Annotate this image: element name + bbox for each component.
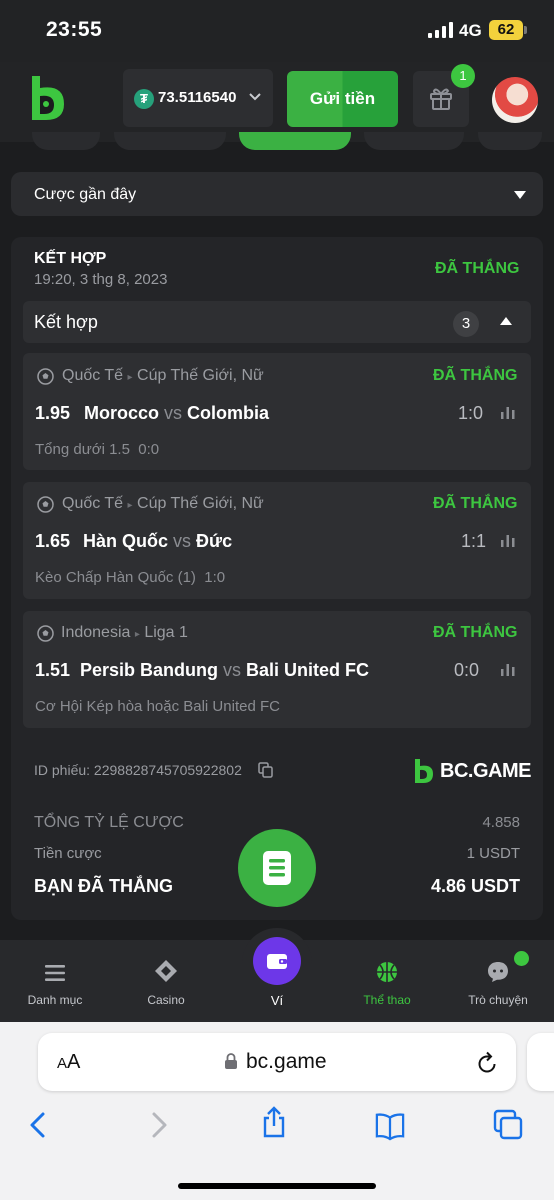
caret-down-icon [514, 191, 526, 199]
tab-stub[interactable] [32, 132, 100, 150]
nav-item-sports[interactable]: Thể thao [337, 993, 437, 1007]
leg-teams: Morocco vs Colombia [84, 403, 270, 423]
leg-teams: Hàn Quốc vs Đức [83, 531, 233, 551]
battery-indicator: 62 [489, 20, 527, 40]
stats-icon[interactable] [500, 533, 516, 547]
leg-odds: 1.65 [35, 531, 71, 551]
tabs-icon[interactable] [493, 1109, 523, 1141]
combo-count-badge: 3 [453, 311, 479, 337]
leg-league: Quốc Tế ▸ Cúp Thế Giới, Nữ [62, 495, 264, 512]
url-text: bc.game [246, 1050, 327, 1073]
balance-amount: 73.5116540 [158, 89, 237, 106]
leg-status-badge: ĐÃ THẮNG [433, 624, 518, 641]
back-icon[interactable] [24, 1109, 54, 1141]
stats-icon[interactable] [500, 405, 516, 419]
leg-market: Cơ Hội Kép hòa hoặc Bali United FC [35, 698, 280, 715]
brand-name: BC.GAME [440, 760, 531, 782]
basketball-icon [377, 962, 397, 982]
caret-up-icon[interactable] [499, 316, 513, 326]
leg-score: 0:0 [454, 660, 480, 680]
bookmarks-icon[interactable] [375, 1110, 405, 1142]
win-amount: 4.86 USDT [430, 876, 520, 896]
nav-item-wallet[interactable]: Ví [227, 993, 327, 1008]
total-odds-label: TỔNG TỶ LỆ CƯỢC [34, 814, 184, 831]
reload-icon[interactable] [476, 1050, 498, 1074]
leg-odds: 1.95 [35, 403, 71, 423]
soccer-ball-icon [37, 625, 54, 642]
ticket-id: ID phiếu: 2298828745705922802 [34, 762, 242, 778]
bc-game-logo [415, 759, 433, 783]
tab-stub-active[interactable] [239, 132, 351, 150]
tab-stub[interactable] [478, 132, 542, 150]
copy-icon[interactable] [258, 762, 274, 778]
stake-label: Tiền cược [34, 845, 102, 862]
leg-league: Indonesia ▸ Liga 1 [61, 624, 188, 641]
bet-status-badge: ĐÃ THẮNG [435, 260, 520, 277]
menu-icon [45, 965, 65, 981]
stats-icon[interactable] [500, 662, 516, 676]
recent-bets-label: Cược gần đây [34, 186, 137, 203]
win-label: BẠN ĐÃ THẮNG [34, 876, 173, 896]
soccer-ball-icon [37, 368, 54, 385]
leg-league: Quốc Tế ▸ Cúp Thế Giới, Nữ [62, 367, 264, 384]
tether-icon: ₮ [134, 89, 154, 109]
tab-stub[interactable] [114, 132, 226, 150]
cellular-signal-icon [428, 22, 453, 38]
total-odds-value: 4.858 [482, 814, 520, 831]
forward-icon[interactable] [143, 1109, 173, 1141]
avatar[interactable] [492, 77, 538, 123]
gift-icon [430, 88, 452, 110]
stake-value: 1 USDT [466, 845, 520, 862]
nav-item-menu[interactable]: Danh mục [5, 993, 105, 1007]
bet-time: 19:20, 3 thg 8, 2023 [34, 271, 168, 288]
leg-market: Kèo Chấp Hàn Quốc (1) 1:0 [35, 569, 226, 586]
reader-settings-button[interactable]: AA [57, 1051, 80, 1074]
status-clock: 23:55 [46, 18, 103, 41]
deposit-button[interactable]: Gửi tiền [287, 71, 398, 127]
chevron-down-icon[interactable] [248, 89, 262, 103]
nav-item-casino[interactable]: Casino [116, 993, 216, 1007]
leg-score: 1:0 [458, 403, 484, 423]
chat-icon [488, 962, 508, 982]
gift-notification-badge: 1 [451, 64, 475, 88]
next-tab-preview[interactable] [527, 1033, 554, 1091]
leg-market: Tổng dưới 1.5 0:0 [35, 441, 160, 458]
tab-stub[interactable] [364, 132, 464, 150]
leg-status-badge: ĐÃ THẮNG [433, 495, 518, 512]
leg-score: 1:1 [461, 531, 487, 551]
chat-notification-dot [514, 951, 529, 966]
leg-status-badge: ĐÃ THẮNG [433, 367, 518, 384]
bet-type: KẾT HỢP [34, 250, 107, 267]
leg-odds: 1.51 [35, 660, 71, 680]
network-type: 4G [459, 21, 482, 40]
casino-icon [155, 960, 177, 982]
home-indicator [178, 1183, 376, 1189]
lock-icon [225, 1053, 237, 1069]
combo-label: Kết hợp [34, 312, 98, 332]
share-icon[interactable] [259, 1106, 289, 1138]
wallet-icon [267, 954, 287, 969]
leg-teams: Persib Bandung vs Bali United FC [80, 660, 370, 680]
betslip-icon [263, 851, 291, 885]
soccer-ball-icon [37, 496, 54, 513]
bc-game-logo[interactable] [26, 74, 68, 122]
nav-item-chat[interactable]: Trò chuyện [448, 993, 548, 1007]
